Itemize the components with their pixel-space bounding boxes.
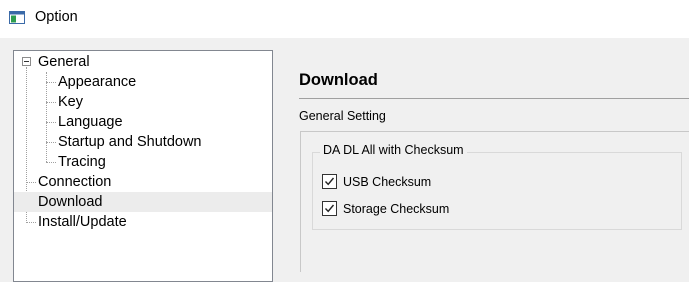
group-title: DA DL All with Checksum: [320, 143, 467, 157]
checkbox-label: USB Checksum: [343, 175, 432, 189]
tree-item-label: Download: [38, 194, 103, 210]
usb-checksum-checkbox[interactable]: USB Checksum: [322, 173, 431, 191]
checkmark-icon[interactable]: [322, 174, 337, 190]
options-tree[interactable]: General Appearance Key Language Startup …: [13, 50, 273, 282]
checkbox-label: Storage Checksum: [343, 202, 450, 216]
tree-item-label: Startup and Shutdown: [58, 134, 202, 150]
storage-checksum-checkbox[interactable]: Storage Checksum: [322, 200, 449, 218]
app-window-icon: [9, 11, 25, 24]
page-title: Download: [299, 71, 378, 89]
tree-item-language[interactable]: Language: [14, 112, 272, 132]
window-title: Option: [35, 9, 78, 25]
section-label: General Setting: [299, 109, 386, 123]
tree-item-label: Key: [58, 94, 83, 110]
tree-item-startup-and-shutdown[interactable]: Startup and Shutdown: [14, 132, 272, 152]
tree-item-install-update[interactable]: Install/Update: [14, 212, 272, 232]
title-bar: Option: [0, 0, 689, 38]
tree-item-download[interactable]: Download: [14, 192, 272, 212]
tree-item-tracing[interactable]: Tracing: [14, 152, 272, 172]
tree-item-general[interactable]: General: [14, 52, 272, 72]
tree-item-label: Install/Update: [38, 214, 127, 230]
tree-item-appearance[interactable]: Appearance: [14, 72, 272, 92]
checkmark-icon[interactable]: [322, 201, 337, 217]
title-divider: [299, 98, 689, 99]
tree-item-label: Appearance: [58, 74, 137, 90]
tree-item-label: Language: [58, 114, 123, 130]
tree-item-label: Tracing: [58, 154, 106, 170]
tree-item-label: General: [38, 54, 90, 70]
checksum-group-box: [312, 152, 682, 230]
collapse-icon[interactable]: [22, 57, 31, 66]
tree-item-key[interactable]: Key: [14, 92, 272, 112]
tree-item-label: Connection: [38, 174, 112, 190]
tree-item-connection[interactable]: Connection: [14, 172, 272, 192]
